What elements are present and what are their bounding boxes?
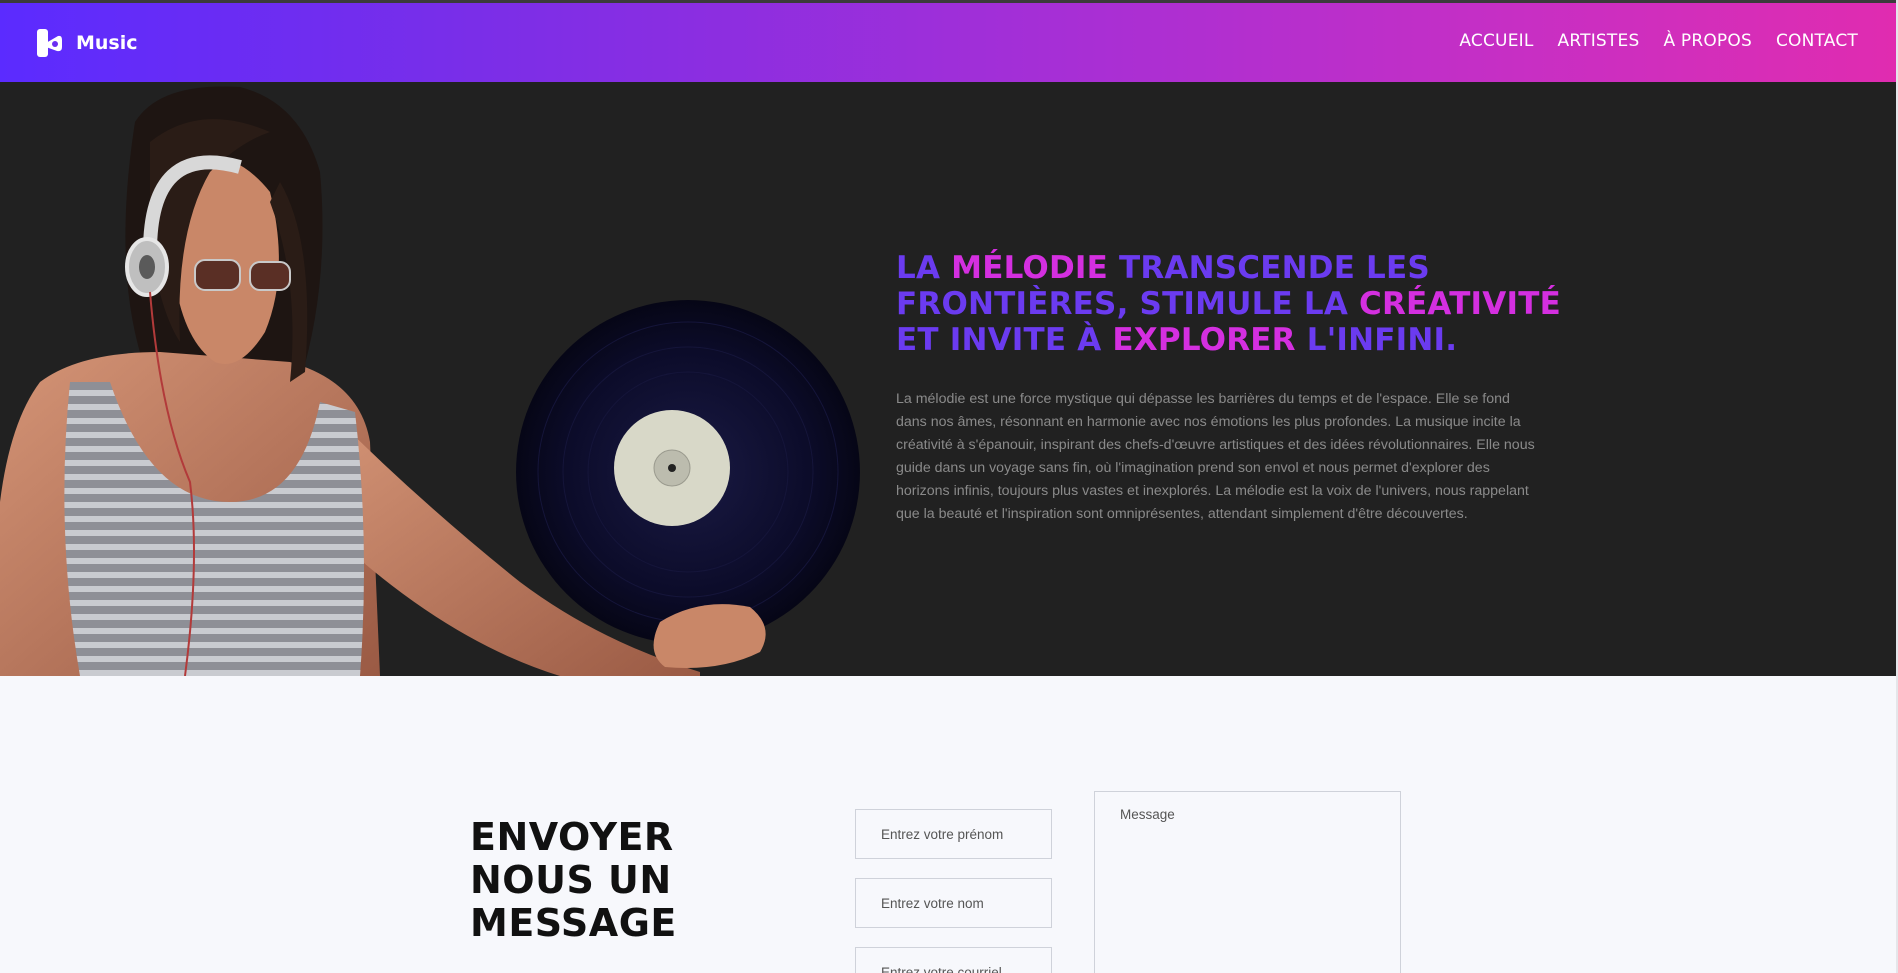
message-textarea[interactable]: [1094, 791, 1401, 973]
headline-highlight: EXPLORER: [1112, 322, 1296, 358]
music-logo-icon: [37, 28, 62, 57]
firstname-input[interactable]: [855, 809, 1052, 859]
nav-contact[interactable]: CONTACT: [1776, 31, 1858, 51]
nav-accueil[interactable]: ACCUEIL: [1459, 31, 1533, 51]
lastname-input[interactable]: [855, 878, 1052, 928]
navbar: Music ACCUEIL ARTISTES À PROPOS CONTACT: [0, 3, 1898, 82]
hero-section: LA MÉLODIE TRANSCENDE LES FRONTIÈRES, ST…: [0, 82, 1898, 676]
headline-text: ET INVITE À: [896, 322, 1113, 358]
headline-text: LA: [896, 250, 952, 286]
headline-highlight: MÉLODIE: [951, 250, 1109, 286]
hero-headline: LA MÉLODIE TRANSCENDE LES FRONTIÈRES, ST…: [896, 250, 1576, 358]
email-input[interactable]: [855, 947, 1052, 973]
vinyl-record-icon: [516, 300, 860, 668]
headline-text: L'INFINI.: [1295, 322, 1458, 358]
hero-paragraph: La mélodie est une force mystique qui dé…: [896, 391, 1535, 522]
main-nav: ACCUEIL ARTISTES À PROPOS CONTACT: [1459, 31, 1858, 51]
brand-name: Music: [76, 31, 138, 54]
contact-section: ENVOYER NOUS UN MESSAGE: [0, 676, 1898, 973]
nav-a-propos[interactable]: À PROPOS: [1663, 31, 1752, 51]
hero-image: [0, 86, 860, 676]
nav-artistes[interactable]: ARTISTES: [1558, 31, 1640, 51]
brand[interactable]: Music: [34, 27, 138, 59]
headline-highlight: CRÉATIVITÉ: [1359, 286, 1561, 322]
contact-title: ENVOYER NOUS UN MESSAGE: [470, 815, 677, 945]
